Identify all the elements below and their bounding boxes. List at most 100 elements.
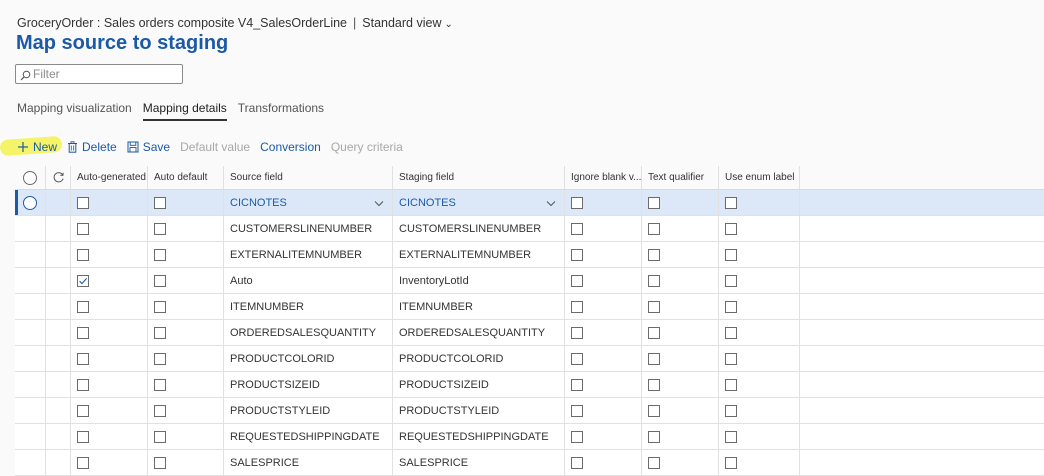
tab-transformations[interactable]: Transformations [238, 101, 324, 121]
source-field-cell[interactable]: Auto [224, 268, 393, 293]
table-row[interactable]: ORDEREDSALESQUANTITY ORDEREDSALESQUANTITY [15, 320, 1044, 346]
ignore-blank-checkbox[interactable] [571, 430, 583, 443]
auto-default-checkbox[interactable] [154, 326, 166, 339]
chevron-down-icon[interactable] [546, 198, 556, 210]
default-value-button[interactable]: Default value [180, 140, 250, 154]
column-header-auto-default[interactable]: Auto default [148, 166, 224, 189]
text-qualifier-checkbox[interactable] [648, 196, 660, 209]
auto-generated-checkbox[interactable] [77, 456, 89, 469]
auto-generated-checkbox[interactable] [77, 196, 89, 209]
source-field-cell[interactable]: REQUESTEDSHIPPINGDATE [224, 424, 393, 449]
source-field-cell[interactable]: PRODUCTSIZEID [224, 372, 393, 397]
auto-default-checkbox[interactable] [154, 430, 166, 443]
filter-input[interactable] [33, 66, 178, 82]
auto-default-checkbox[interactable] [154, 196, 166, 209]
use-enum-label-checkbox[interactable] [725, 196, 737, 209]
staging-field-cell[interactable]: CUSTOMERSLINENUMBER [393, 216, 565, 241]
text-qualifier-checkbox[interactable] [648, 222, 660, 235]
ignore-blank-checkbox[interactable] [571, 404, 583, 417]
use-enum-label-checkbox[interactable] [725, 378, 737, 391]
auto-default-checkbox[interactable] [154, 222, 166, 235]
tab-mapping-visualization[interactable]: Mapping visualization [17, 101, 132, 121]
table-row[interactable]: CUSTOMERSLINENUMBER CUSTOMERSLINENUMBER [15, 216, 1044, 242]
table-row[interactable]: EXTERNALITEMNUMBER EXTERNALITEMNUMBER [15, 242, 1044, 268]
use-enum-label-checkbox[interactable] [725, 352, 737, 365]
table-row[interactable]: CICNOTES CICNOTES [15, 190, 1044, 216]
chevron-down-icon[interactable] [374, 198, 384, 210]
auto-default-checkbox[interactable] [154, 404, 166, 417]
ignore-blank-checkbox[interactable] [571, 456, 583, 469]
source-field-cell[interactable]: CICNOTES [224, 190, 393, 215]
text-qualifier-checkbox[interactable] [648, 456, 660, 469]
row-select-radio[interactable] [23, 195, 37, 210]
staging-field-cell[interactable]: InventoryLotId [393, 268, 565, 293]
source-field-cell[interactable]: ORDEREDSALESQUANTITY [224, 320, 393, 345]
ignore-blank-checkbox[interactable] [571, 248, 583, 261]
auto-generated-checkbox[interactable] [77, 300, 89, 313]
staging-field-cell[interactable]: SALESPRICE [393, 450, 565, 475]
staging-field-cell[interactable]: ITEMNUMBER [393, 294, 565, 319]
text-qualifier-checkbox[interactable] [648, 300, 660, 313]
auto-default-checkbox[interactable] [154, 456, 166, 469]
ignore-blank-checkbox[interactable] [571, 352, 583, 365]
auto-default-checkbox[interactable] [154, 352, 166, 365]
auto-default-checkbox[interactable] [154, 300, 166, 313]
auto-generated-checkbox[interactable] [77, 404, 89, 417]
staging-field-cell[interactable]: REQUESTEDSHIPPINGDATE [393, 424, 565, 449]
staging-field-cell[interactable]: ORDEREDSALESQUANTITY [393, 320, 565, 345]
source-field-cell[interactable]: ITEMNUMBER [224, 294, 393, 319]
auto-generated-checkbox[interactable] [77, 352, 89, 365]
text-qualifier-checkbox[interactable] [648, 326, 660, 339]
new-button[interactable]: New [17, 140, 57, 154]
staging-field-cell[interactable]: EXTERNALITEMNUMBER [393, 242, 565, 267]
refresh-icon[interactable] [52, 171, 65, 184]
use-enum-label-checkbox[interactable] [725, 456, 737, 469]
auto-default-checkbox[interactable] [154, 248, 166, 261]
use-enum-label-checkbox[interactable] [725, 326, 737, 339]
text-qualifier-checkbox[interactable] [648, 352, 660, 365]
ignore-blank-checkbox[interactable] [571, 222, 583, 235]
column-header-text-qualifier[interactable]: Text qualifier [642, 166, 719, 189]
text-qualifier-checkbox[interactable] [648, 248, 660, 261]
column-header-staging-field[interactable]: Staging field [393, 166, 565, 189]
source-field-cell[interactable]: PRODUCTSTYLEID [224, 398, 393, 423]
text-qualifier-checkbox[interactable] [648, 274, 660, 287]
delete-button[interactable]: Delete [67, 140, 117, 154]
ignore-blank-checkbox[interactable] [571, 274, 583, 287]
filter-box[interactable] [15, 64, 183, 84]
ignore-blank-checkbox[interactable] [571, 326, 583, 339]
table-row[interactable]: SALESPRICE SALESPRICE [15, 450, 1044, 476]
column-header-use-enum-label[interactable]: Use enum label [719, 166, 800, 189]
auto-default-checkbox[interactable] [154, 378, 166, 391]
staging-field-cell[interactable]: PRODUCTSTYLEID [393, 398, 565, 423]
tab-mapping-details[interactable]: Mapping details [142, 101, 227, 121]
table-row[interactable]: ITEMNUMBER ITEMNUMBER [15, 294, 1044, 320]
auto-generated-checkbox[interactable] [77, 326, 89, 339]
use-enum-label-checkbox[interactable] [725, 222, 737, 235]
auto-generated-checkbox[interactable] [77, 378, 89, 391]
source-field-cell[interactable]: CUSTOMERSLINENUMBER [224, 216, 393, 241]
use-enum-label-checkbox[interactable] [725, 248, 737, 261]
auto-generated-checkbox[interactable] [77, 274, 89, 287]
select-all-radio[interactable] [23, 170, 37, 185]
staging-field-cell[interactable]: CICNOTES [393, 190, 565, 215]
conversion-button[interactable]: Conversion [260, 140, 321, 154]
ignore-blank-checkbox[interactable] [571, 378, 583, 391]
source-field-cell[interactable]: PRODUCTCOLORID [224, 346, 393, 371]
text-qualifier-checkbox[interactable] [648, 430, 660, 443]
save-button[interactable]: Save [127, 140, 170, 154]
table-row[interactable]: REQUESTEDSHIPPINGDATE REQUESTEDSHIPPINGDA… [15, 424, 1044, 450]
ignore-blank-checkbox[interactable] [571, 300, 583, 313]
ignore-blank-checkbox[interactable] [571, 196, 583, 209]
auto-generated-checkbox[interactable] [77, 248, 89, 261]
use-enum-label-checkbox[interactable] [725, 300, 737, 313]
column-header-ignore-blank[interactable]: Ignore blank v... [565, 166, 642, 189]
auto-default-checkbox[interactable] [154, 274, 166, 287]
table-row[interactable]: Auto InventoryLotId [15, 268, 1044, 294]
table-row[interactable]: PRODUCTCOLORID PRODUCTCOLORID [15, 346, 1044, 372]
table-row[interactable]: PRODUCTSTYLEID PRODUCTSTYLEID [15, 398, 1044, 424]
table-row[interactable]: PRODUCTSIZEID PRODUCTSIZEID [15, 372, 1044, 398]
auto-generated-checkbox[interactable] [77, 222, 89, 235]
staging-field-cell[interactable]: PRODUCTSIZEID [393, 372, 565, 397]
source-field-cell[interactable]: SALESPRICE [224, 450, 393, 475]
